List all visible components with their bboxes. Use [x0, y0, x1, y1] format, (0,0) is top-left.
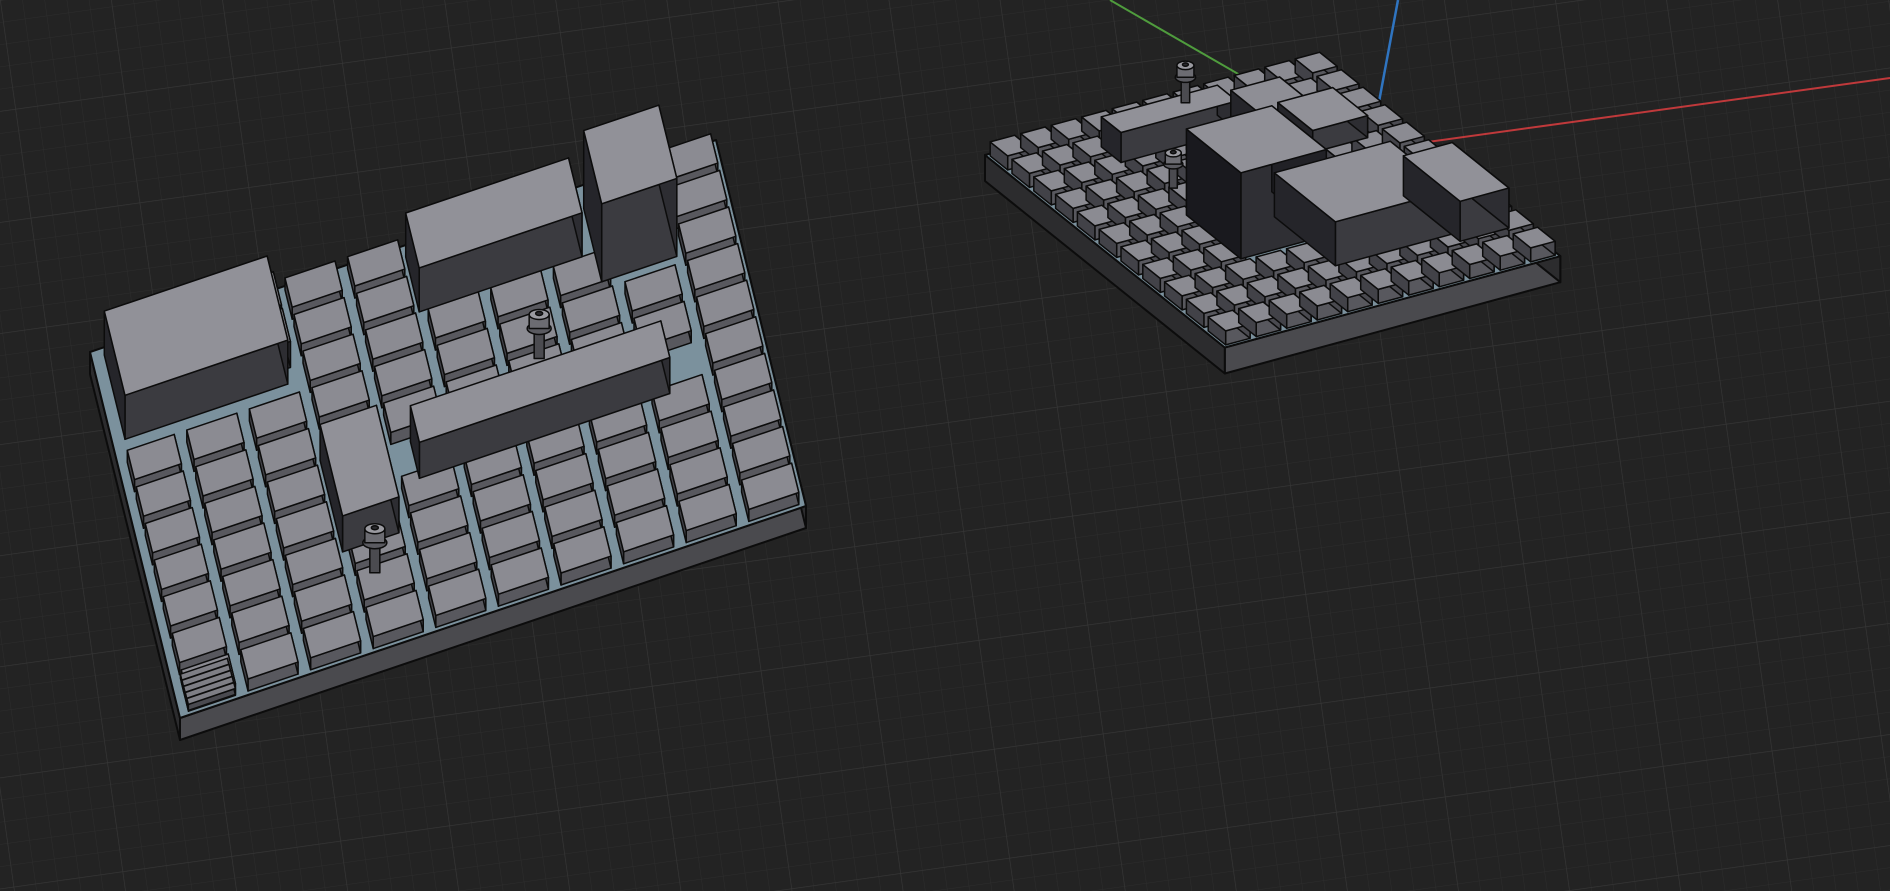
tall-block-c[interactable] — [582, 104, 678, 283]
3d-viewport[interactable] — [0, 0, 1890, 891]
